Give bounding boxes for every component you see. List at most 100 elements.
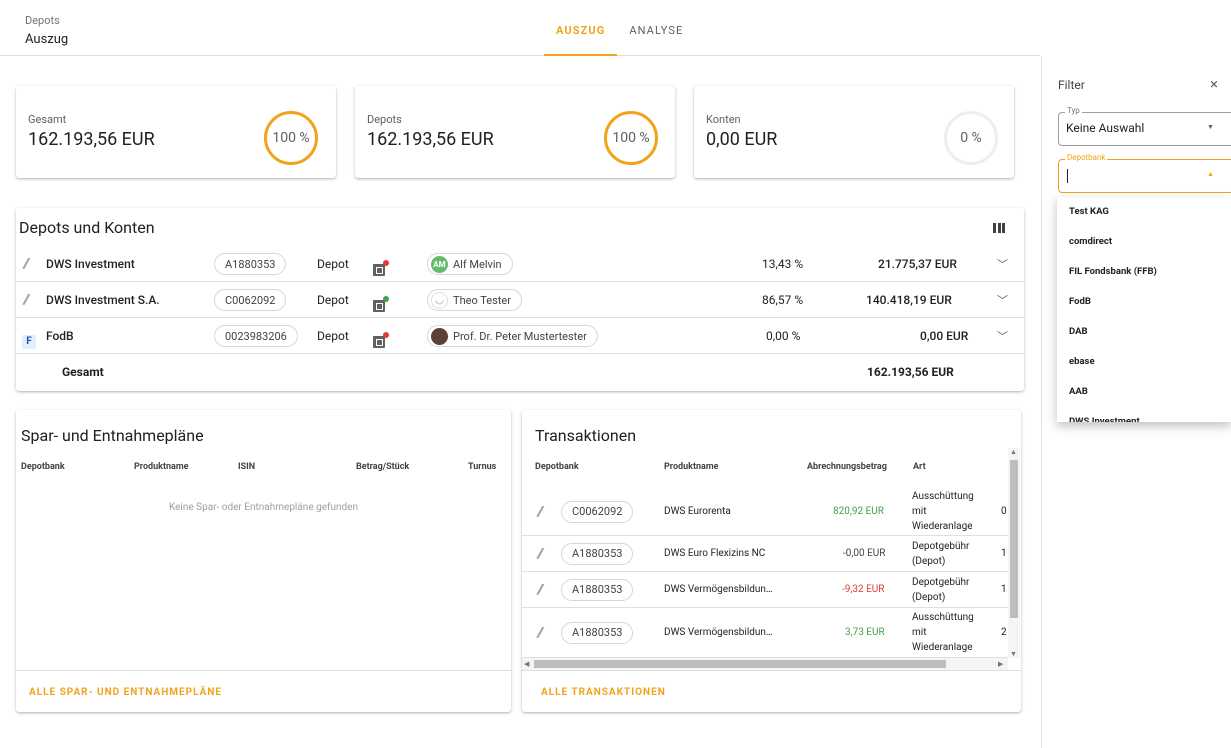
- summary-label: Konten: [706, 113, 741, 126]
- empty-message: Keine Spar- oder Entnahmepläne gefunden: [168, 502, 359, 513]
- depot-status-icon: [373, 332, 389, 348]
- dropdown-option[interactable]: DAB: [1057, 317, 1231, 347]
- breadcrumb-parent[interactable]: Depots: [25, 14, 60, 27]
- field-value: Keine Auswahl: [1066, 121, 1145, 135]
- tab-auszug[interactable]: AUSZUG: [544, 0, 618, 56]
- depots-card: Depots und Konten // DWS Investment A188…: [16, 208, 1024, 391]
- col-header[interactable]: Produktname: [664, 462, 719, 472]
- table-row[interactable]: // A1880353 DWS Euro Flexizins NC -0,00 …: [522, 536, 1008, 572]
- owner-chip[interactable]: Prof. Dr. Peter Mustertester: [427, 318, 598, 354]
- vertical-scrollbar[interactable]: ▲ ▼: [1008, 448, 1020, 658]
- section-title: Depots und Konten: [19, 218, 155, 237]
- product-name: DWS Vermögensbildun…: [664, 627, 773, 638]
- depot-id-chip: A1880353: [561, 608, 634, 657]
- chevron-down-icon[interactable]: ﹀: [997, 282, 1008, 318]
- slash-icon: //: [537, 503, 543, 520]
- dropdown-option[interactable]: Test KAG: [1057, 197, 1231, 227]
- dropdown-option[interactable]: AAB: [1057, 377, 1231, 407]
- col-header[interactable]: ISIN: [238, 462, 255, 472]
- transactions-card: Transaktionen Depotbank Produktname Abre…: [522, 410, 1021, 712]
- dropdown-option[interactable]: DWS Investment: [1057, 407, 1231, 422]
- horizontal-scrollbar[interactable]: ◀ ▶: [522, 658, 1008, 670]
- tab-analyse[interactable]: ANALYSE: [617, 0, 695, 56]
- close-icon[interactable]: ×: [1210, 75, 1218, 93]
- depot-total-row: Gesamt 162.193,56 EUR: [16, 354, 1024, 390]
- scroll-thumb[interactable]: [1010, 460, 1018, 618]
- scroll-right-icon[interactable]: ▶: [998, 660, 1003, 668]
- scroll-thumb[interactable]: [534, 660, 946, 668]
- slash-icon: //: [537, 581, 543, 598]
- depot-row[interactable]: F FodB 0023983206 Depot Prof. Dr. Peter …: [16, 318, 1024, 354]
- all-spar-link[interactable]: ALLE SPAR- UND ENTNAHMEPLÄNE: [29, 687, 222, 698]
- bank-logo-icon: F: [22, 334, 36, 349]
- depot-name: FodB: [46, 329, 74, 343]
- top-bar: Depots Auszug AUSZUG ANALYSE: [0, 0, 1040, 56]
- table-row[interactable]: // C0062092 DWS Eurorenta 820,92 EUR Aus…: [522, 488, 1008, 536]
- depot-row[interactable]: // DWS Investment S.A. C0062092 Depot ◡ T…: [16, 282, 1024, 318]
- col-header[interactable]: Abrechnungsbetrag: [807, 462, 887, 472]
- summary-value: 0,00 EUR: [706, 129, 778, 150]
- scroll-left-icon[interactable]: ◀: [524, 660, 529, 668]
- depot-amount: 21.775,37 EUR: [878, 257, 957, 271]
- depot-type: Depot: [317, 329, 349, 343]
- all-transactions-link[interactable]: ALLE TRANSAKTIONEN: [541, 687, 666, 698]
- depot-row[interactable]: // DWS Investment A1880353 Depot AM Alf M…: [16, 246, 1024, 282]
- text-cursor: [1067, 169, 1068, 183]
- table-row[interactable]: // A1880353 DWS Vermögensbildun… -9,32 E…: [522, 572, 1008, 608]
- depotbank-select[interactable]: Depotbank ▲: [1058, 153, 1231, 193]
- art: Ausschüttung mit Wiederanlage: [912, 491, 974, 532]
- owner-chip[interactable]: ◡ Theo Tester: [427, 282, 522, 318]
- dropdown-option[interactable]: FodB: [1057, 287, 1231, 317]
- depot-status-icon: [373, 260, 389, 276]
- field-label: Depotbank: [1065, 153, 1108, 162]
- chevron-down-icon[interactable]: ﹀: [997, 246, 1008, 282]
- table-row[interactable]: // A1880353 DWS Vermögensbildun… 3,73 EU…: [522, 608, 1008, 658]
- col-header[interactable]: Betrag/Stück: [356, 462, 409, 472]
- avatar: ◡: [431, 291, 448, 309]
- columns-icon[interactable]: [993, 223, 1005, 233]
- depot-type: Depot: [317, 293, 349, 307]
- depot-id-chip: C0062092: [561, 488, 634, 535]
- dropdown-option[interactable]: ebase: [1057, 347, 1231, 377]
- typ-select[interactable]: Typ Keine Auswahl ▼: [1058, 106, 1231, 146]
- amount: -9,32 EUR: [842, 584, 885, 595]
- col-header[interactable]: Art: [913, 462, 926, 472]
- summary-value: 162.193,56 EUR: [367, 129, 494, 150]
- slash-icon: //: [23, 292, 29, 308]
- art: Depotgebühr (Depot): [912, 540, 970, 567]
- art: Ausschüttung mit Wiederanlage: [912, 612, 974, 653]
- depot-type: Depot: [317, 257, 349, 271]
- avatar: AM: [431, 255, 448, 273]
- total-amount: 162.193,56 EUR: [867, 365, 954, 379]
- art: Depotgebühr (Depot): [912, 576, 970, 603]
- avatar: [431, 327, 448, 345]
- depot-amount: 0,00 EUR: [920, 329, 969, 343]
- col-header[interactable]: Turnus: [468, 462, 496, 472]
- summary-card-konten: Konten 0,00 EUR 0 %: [694, 86, 1014, 178]
- amount: 820,92 EUR: [833, 506, 884, 517]
- col-header[interactable]: Produktname: [134, 462, 189, 472]
- summary-card-gesamt: Gesamt 162.193,56 EUR 100 %: [16, 86, 336, 178]
- scroll-down-icon[interactable]: ▼: [1010, 650, 1017, 658]
- dropdown-option[interactable]: FIL Fondsbank (FFB): [1057, 257, 1231, 287]
- depot-percent: 0,00 %: [766, 329, 801, 343]
- col-header[interactable]: Depotbank: [535, 462, 579, 472]
- card-footer: ALLE SPAR- UND ENTNAHMEPLÄNE: [16, 670, 511, 712]
- depot-id-chip: 0023983206: [214, 318, 298, 354]
- extra-col: 1: [1001, 548, 1007, 559]
- table-header: Depotbank Produktname ISIN Betrag/Stück …: [16, 462, 511, 484]
- depot-amount: 140.418,19 EUR: [866, 293, 952, 307]
- chevron-down-icon[interactable]: ﹀: [997, 318, 1008, 354]
- summary-value: 162.193,56 EUR: [28, 129, 155, 150]
- extra-col: 0: [1001, 506, 1007, 517]
- tab-bar: AUSZUG ANALYSE: [544, 0, 695, 56]
- amount: 3,73 EUR: [845, 627, 885, 638]
- depot-id-chip: C0062092: [214, 282, 287, 318]
- percent-ring: 100 %: [604, 111, 658, 165]
- spar-card: Spar- und Entnahmepläne Depotbank Produk…: [16, 410, 511, 712]
- scroll-up-icon[interactable]: ▲: [1010, 448, 1017, 456]
- col-header[interactable]: Depotbank: [21, 462, 65, 472]
- depot-id-chip: A1880353: [214, 246, 287, 282]
- owner-chip[interactable]: AM Alf Melvin: [427, 246, 513, 282]
- dropdown-option[interactable]: comdirect: [1057, 227, 1231, 257]
